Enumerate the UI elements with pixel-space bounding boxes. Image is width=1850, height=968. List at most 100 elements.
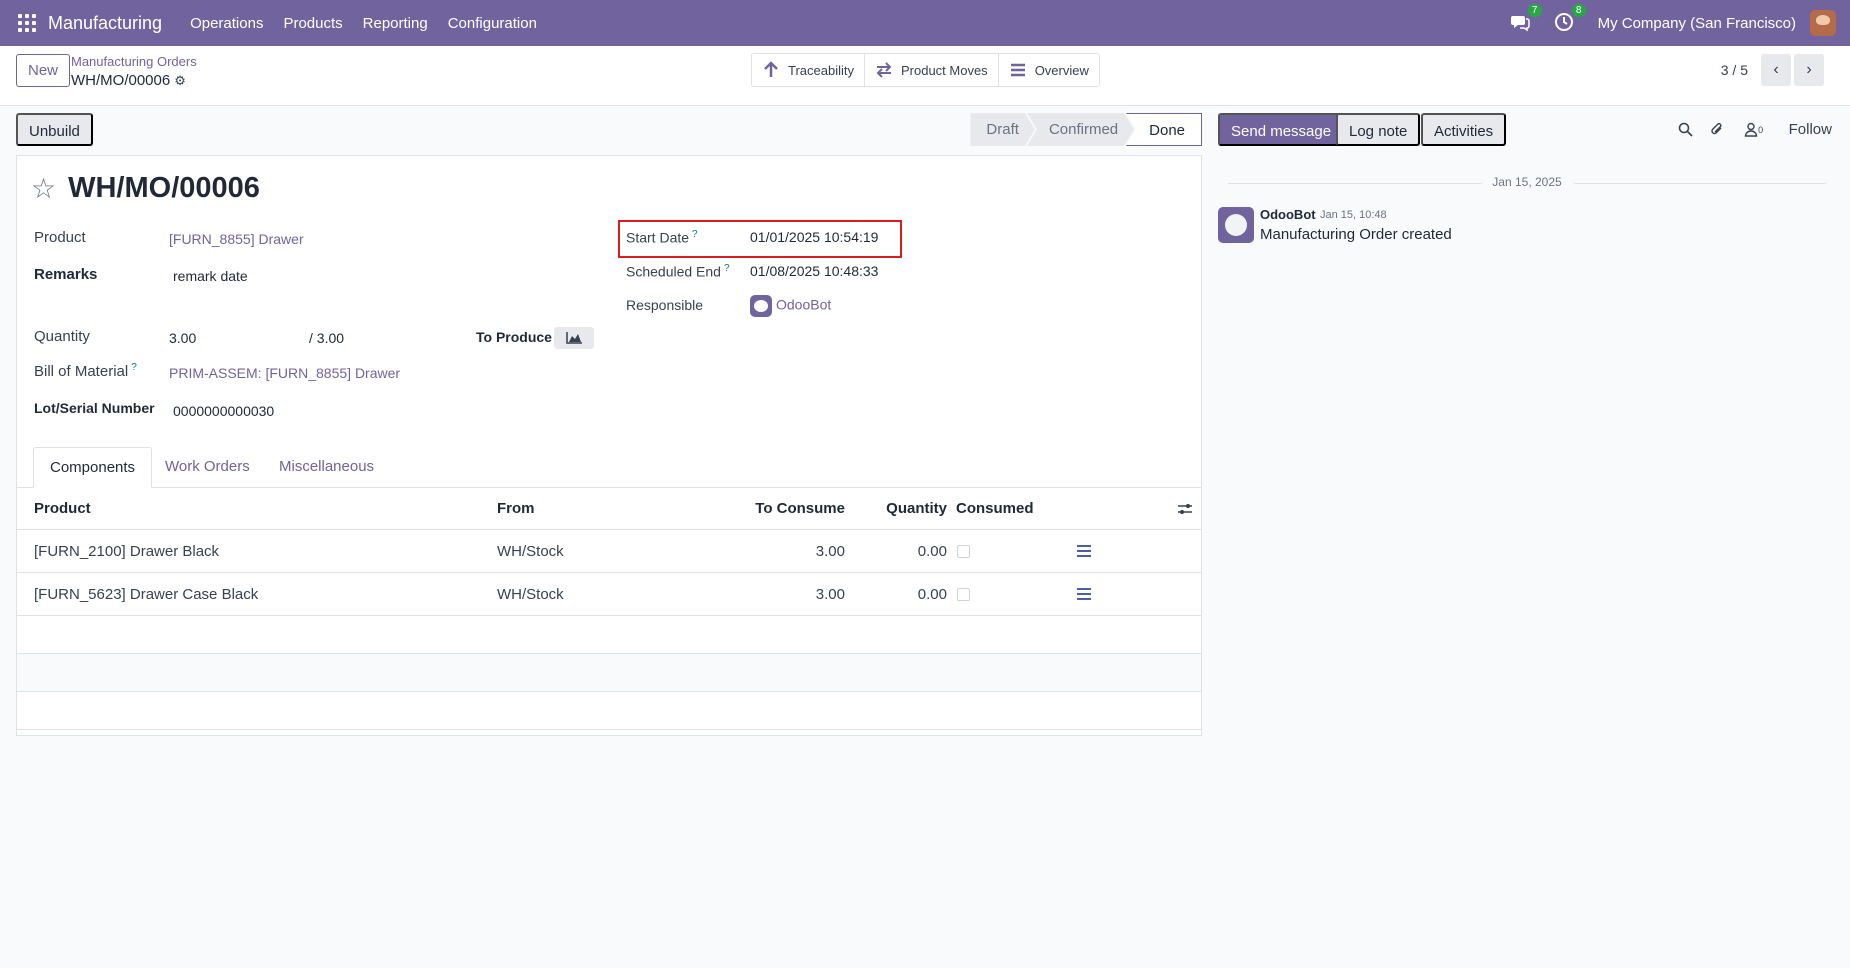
followers-button[interactable]: 0 <box>1741 121 1767 139</box>
pager-next-button[interactable]: › <box>1794 54 1824 86</box>
empty-row <box>17 654 1201 692</box>
help-icon[interactable]: ? <box>692 229 698 240</box>
area-chart-icon <box>566 332 582 344</box>
empty-row <box>17 692 1201 730</box>
remarks-field[interactable]: remark date <box>173 268 248 284</box>
pager-value[interactable]: 3 / 5 <box>1721 62 1748 78</box>
chevron-right-icon: › <box>1806 61 1812 78</box>
message-time: Jan 15, 10:48 <box>1320 209 1387 221</box>
responsible-name: OdooBot <box>776 296 832 313</box>
forecast-chart-button[interactable] <box>554 327 594 349</box>
breadcrumb-parent[interactable]: Manufacturing Orders <box>71 54 197 69</box>
pager-previous-button[interactable]: ‹ <box>1761 54 1791 86</box>
scheduled-end-label: Scheduled End? <box>626 263 730 280</box>
col-quantity[interactable]: Quantity <box>867 488 947 529</box>
user-avatar[interactable] <box>1810 10 1836 36</box>
product-label: Product <box>34 229 86 246</box>
quantity-label: Quantity <box>34 328 90 345</box>
help-icon[interactable]: ? <box>724 263 730 274</box>
paperclip-icon[interactable] <box>1709 121 1727 139</box>
user-icon <box>1744 122 1758 137</box>
chat-icon <box>1510 16 1530 32</box>
table-row[interactable]: [FURN_5623] Drawer Case Black WH/Stock 3… <box>17 573 1201 616</box>
bom-field[interactable]: PRIM-ASSEM: [FURN_8855] Drawer <box>169 365 400 381</box>
apps-grid-icon[interactable] <box>18 14 36 32</box>
form-statusbar: Unbuild Draft Confirmed Done <box>16 113 1202 146</box>
top-navbar: Manufacturing Operations Products Report… <box>0 0 1850 46</box>
product-field[interactable]: [FURN_8855] Drawer <box>169 231 304 247</box>
menu-products[interactable]: Products <box>283 15 342 32</box>
start-date-field[interactable]: 01/01/2025 10:54:19 <box>750 229 878 245</box>
help-icon[interactable]: ? <box>131 362 137 373</box>
activities-button[interactable]: Activities <box>1421 113 1507 146</box>
menu-configuration[interactable]: Configuration <box>448 15 537 32</box>
stage-done[interactable]: Done <box>1126 113 1202 146</box>
messages-button[interactable]: 7 <box>1510 4 1542 34</box>
row-detail <box>1077 573 1091 615</box>
star-icon[interactable]: ☆ <box>31 174 56 203</box>
row-from: WH/Stock <box>497 542 564 560</box>
tab-work-orders[interactable]: Work Orders <box>149 447 266 488</box>
app-name[interactable]: Manufacturing <box>48 13 162 34</box>
author-avatar[interactable] <box>1218 207 1254 243</box>
clock-icon <box>1554 13 1573 31</box>
company-switcher[interactable]: My Company (San Francisco) <box>1598 15 1796 32</box>
optional-columns-toggle[interactable] <box>1177 488 1193 529</box>
lot-serial-field[interactable]: 0000000000030 <box>173 403 274 419</box>
product-moves-button[interactable]: Product Moves <box>865 54 999 86</box>
responsible-field[interactable]: OdooBot <box>750 295 831 317</box>
remarks-label: Remarks <box>34 266 98 283</box>
menu-reporting[interactable]: Reporting <box>363 15 428 32</box>
row-product: [FURN_2100] Drawer Black <box>34 542 220 560</box>
unbuild-button[interactable]: Unbuild <box>16 113 93 146</box>
list-icon[interactable] <box>1077 588 1091 600</box>
message-author[interactable]: OdooBot <box>1260 207 1316 222</box>
smart-buttons: Traceability Product Moves Overview <box>751 53 1100 87</box>
notebook-tabs: Components Work Orders Miscellaneous <box>17 447 1201 488</box>
chevron-left-icon: ‹ <box>1773 61 1779 78</box>
log-note-button[interactable]: Log note <box>1336 113 1421 146</box>
odoobot-avatar <box>750 295 772 317</box>
row-to-consume: 3.00 <box>815 542 845 560</box>
follow-button[interactable]: Follow <box>1789 121 1832 138</box>
new-button[interactable]: New <box>16 54 71 87</box>
list-icon[interactable] <box>1077 545 1091 557</box>
arrow-up-icon <box>764 61 778 77</box>
bom-label: Bill of Material? <box>34 362 137 380</box>
stage-confirmed[interactable]: Confirmed <box>1027 113 1134 146</box>
components-table: Product From To Consume Quantity Consume… <box>17 488 1201 730</box>
stage-draft[interactable]: Draft <box>970 113 1035 146</box>
row-consumed <box>957 530 970 572</box>
row-consumed <box>957 573 970 615</box>
form-sheet: ☆ WH/MO/00006 Product [FURN_8855] Drawer… <box>16 155 1202 736</box>
date-separator-label: Jan 15, 2025 <box>1492 175 1562 189</box>
followers-count: 0 <box>1758 124 1764 135</box>
col-consumed[interactable]: Consumed <box>956 488 1034 529</box>
overview-button[interactable]: Overview <box>999 54 1099 86</box>
scheduled-end-label-text: Scheduled End <box>626 263 721 280</box>
table-row[interactable]: [FURN_2100] Drawer Black WH/Stock 3.00 0… <box>17 530 1201 573</box>
tab-miscellaneous[interactable]: Miscellaneous <box>263 447 390 488</box>
pager: 3 / 5 ‹ › <box>1721 54 1824 86</box>
col-to-consume[interactable]: To Consume <box>717 488 845 529</box>
menu-operations[interactable]: Operations <box>190 15 263 32</box>
quantity-total: / 3.00 <box>309 330 345 346</box>
bom-label-text: Bill of Material <box>34 363 129 380</box>
traceability-button[interactable]: Traceability <box>752 54 865 86</box>
overview-label: Overview <box>1034 62 1089 78</box>
empty-row <box>17 616 1201 654</box>
col-from[interactable]: From <box>497 488 535 529</box>
consumed-checkbox[interactable] <box>957 544 970 558</box>
quantity-field[interactable]: 3.00 <box>169 330 196 346</box>
send-message-button[interactable]: Send message <box>1218 113 1345 146</box>
consumed-checkbox[interactable] <box>957 587 970 601</box>
activities-button[interactable]: 8 <box>1554 4 1586 34</box>
bars-icon <box>1010 63 1025 77</box>
gear-icon[interactable]: ⚙ <box>174 73 186 89</box>
search-icon[interactable] <box>1677 121 1695 139</box>
scheduled-end-field[interactable]: 01/08/2025 10:48:33 <box>750 263 878 279</box>
row-quantity: 0.00 <box>917 585 947 603</box>
chatter-actions: 0 Follow <box>1663 113 1832 146</box>
col-product[interactable]: Product <box>34 488 91 529</box>
tab-components[interactable]: Components <box>33 447 153 488</box>
